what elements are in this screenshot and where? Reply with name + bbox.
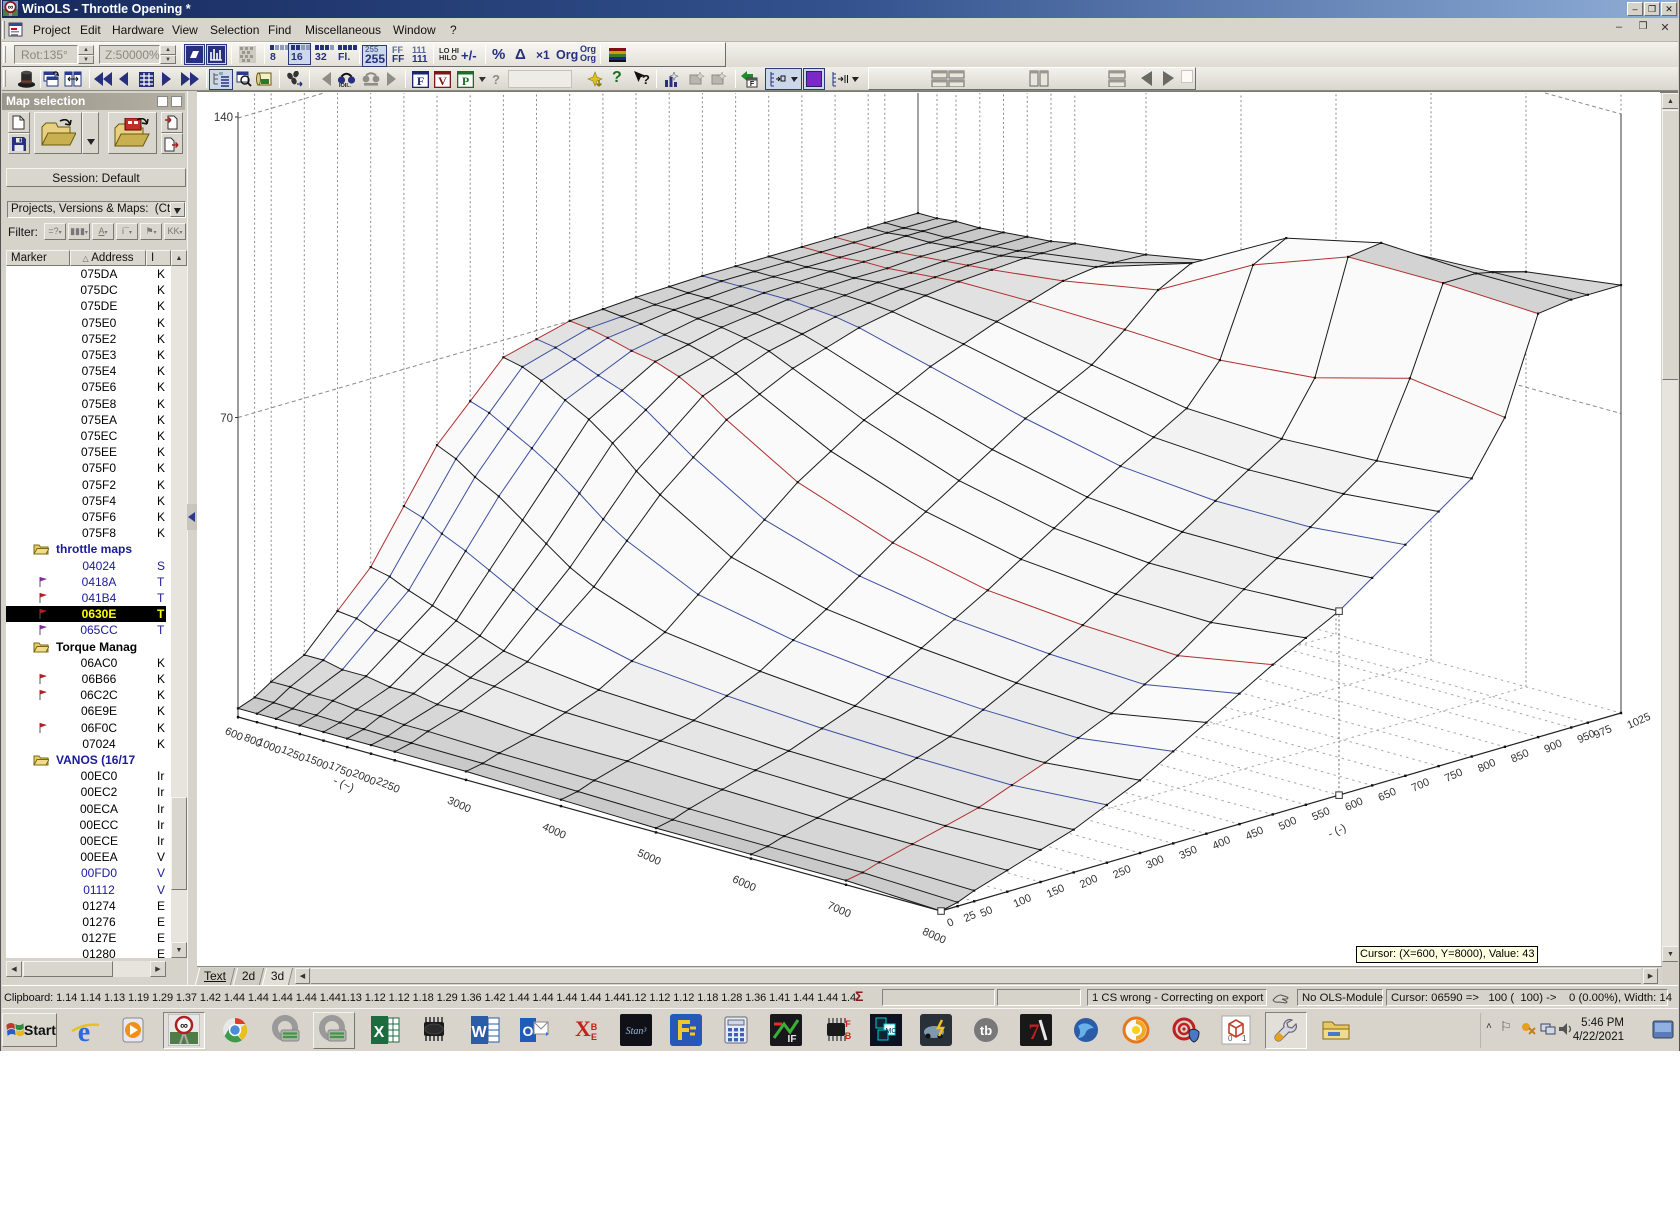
- svg-text:70: 70: [220, 413, 233, 425]
- svg-text:F: F: [417, 74, 424, 88]
- svg-text:∞: ∞: [180, 1020, 188, 1032]
- svg-text:Stan³: Stan³: [626, 1026, 648, 1037]
- svg-text:E: E: [591, 1032, 597, 1042]
- svg-text:e: e: [78, 1017, 90, 1046]
- svg-text:140: 140: [214, 112, 233, 124]
- svg-text:O: O: [523, 1023, 534, 1039]
- svg-text:X: X: [374, 1024, 385, 1041]
- svg-text:?: ?: [642, 72, 650, 87]
- svg-text:tb: tb: [980, 1023, 992, 1038]
- svg-text:P: P: [462, 74, 469, 88]
- svg-text:7: 7: [1029, 1019, 1040, 1044]
- svg-text:0: 0: [1228, 1034, 1233, 1043]
- svg-text:X: X: [575, 1016, 591, 1041]
- svg-text:V: V: [438, 74, 447, 88]
- svg-text:B: B: [845, 1031, 852, 1041]
- svg-text:IF: IF: [788, 1034, 797, 1045]
- svg-text:∞: ∞: [8, 3, 14, 12]
- svg-text:F: F: [845, 1019, 851, 1029]
- svg-text:1: 1: [1242, 1034, 1247, 1043]
- svg-text:MC: MC: [886, 1028, 897, 1035]
- svg-text:W: W: [471, 1024, 487, 1041]
- svg-text:F: F: [750, 81, 755, 88]
- svg-text:IOII..: IOII..: [339, 83, 351, 87]
- svg-text:B: B: [591, 1022, 598, 1032]
